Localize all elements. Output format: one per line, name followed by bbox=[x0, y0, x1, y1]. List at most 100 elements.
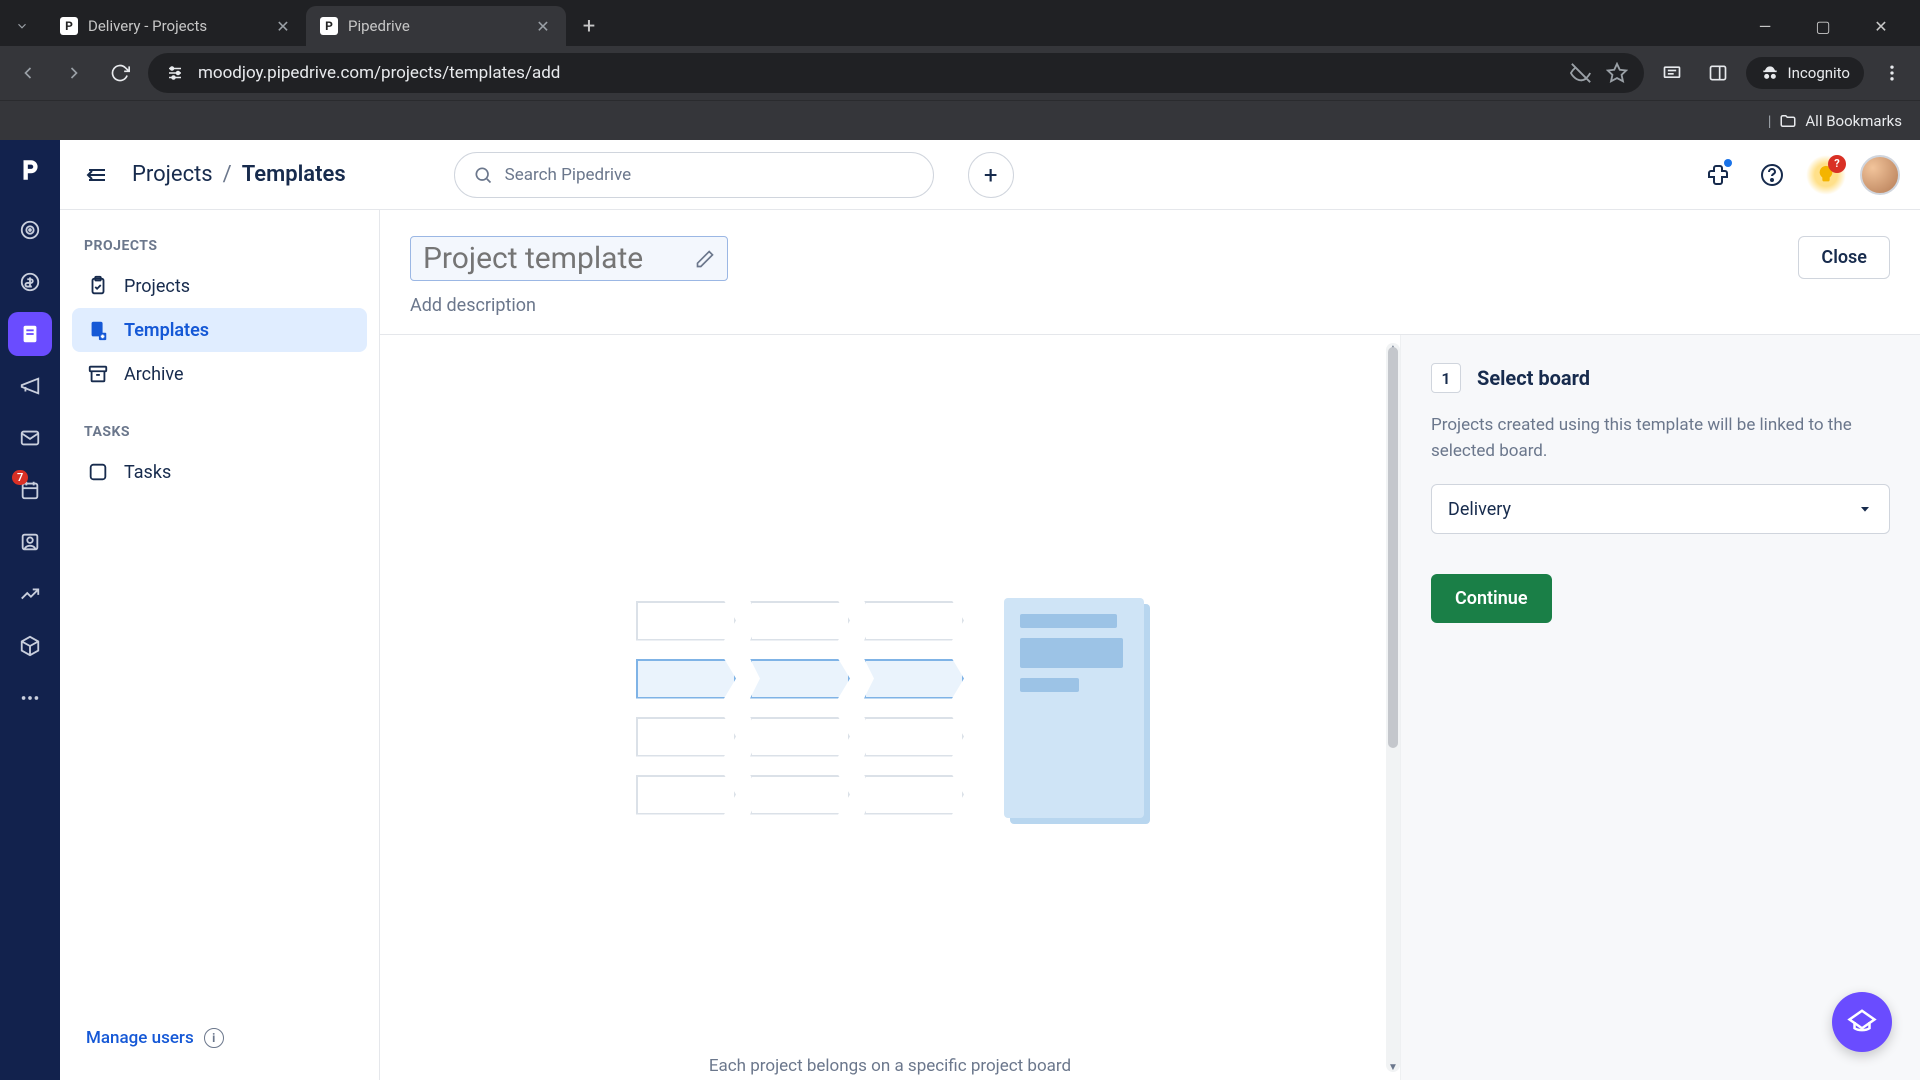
new-tab-button[interactable]: + bbox=[572, 9, 606, 43]
nav-contacts-icon[interactable] bbox=[8, 520, 52, 564]
tab-title: Delivery - Projects bbox=[88, 17, 264, 35]
bookmark-star-icon[interactable] bbox=[1606, 62, 1628, 84]
sidebar-item-label: Projects bbox=[124, 276, 190, 297]
breadcrumb-sep: / bbox=[223, 162, 232, 187]
board-illustration bbox=[636, 598, 1144, 818]
help-icon[interactable] bbox=[1752, 155, 1792, 195]
collapse-sidebar-button[interactable] bbox=[80, 158, 114, 192]
nav-campaigns-icon[interactable] bbox=[8, 364, 52, 408]
nav-insights-icon[interactable] bbox=[8, 572, 52, 616]
incognito-label: Incognito bbox=[1788, 64, 1850, 82]
marketplace-icon[interactable] bbox=[1698, 155, 1738, 195]
step-description: Projects created using this template wil… bbox=[1431, 413, 1890, 464]
window-controls: — ▢ ✕ bbox=[1748, 9, 1912, 43]
breadcrumb-root[interactable]: Projects bbox=[132, 162, 213, 187]
pipedrive-logo-icon[interactable] bbox=[10, 150, 50, 190]
left-rail: 7 bbox=[0, 140, 60, 1080]
search-input[interactable]: Search Pipedrive bbox=[454, 152, 934, 198]
reload-button[interactable] bbox=[102, 55, 138, 91]
scrollbar[interactable]: ▲ ▼ bbox=[1386, 343, 1400, 1072]
close-window-icon[interactable]: ✕ bbox=[1864, 9, 1898, 43]
archive-icon bbox=[86, 362, 110, 386]
avatar[interactable] bbox=[1860, 155, 1900, 195]
checkbox-icon bbox=[86, 460, 110, 484]
add-description-field[interactable]: Add description bbox=[410, 295, 728, 316]
browser-tab-strip: P Delivery - Projects ✕ P Pipedrive ✕ + … bbox=[0, 0, 1920, 46]
sidebar-item-tasks[interactable]: Tasks bbox=[72, 450, 367, 494]
template-title-input[interactable] bbox=[410, 236, 728, 281]
folder-icon bbox=[1779, 112, 1797, 130]
minimize-icon[interactable]: — bbox=[1748, 9, 1782, 43]
sidebar: PROJECTS Projects Templates Archive TASK… bbox=[60, 210, 380, 1080]
sidebar-section-tasks: TASKS bbox=[72, 418, 367, 450]
url-text: moodjoy.pipedrive.com/projects/templates… bbox=[198, 63, 560, 83]
content-area: Add description Close bbox=[380, 210, 1920, 1080]
sidebar-item-archive[interactable]: Archive bbox=[72, 352, 367, 396]
nav-products-icon[interactable] bbox=[8, 624, 52, 668]
continue-button[interactable]: Continue bbox=[1431, 574, 1552, 623]
canvas-area: Each project belongs on a specific proje… bbox=[380, 335, 1400, 1080]
manage-users-link[interactable]: Manage users i bbox=[72, 1018, 367, 1058]
address-bar[interactable]: moodjoy.pipedrive.com/projects/templates… bbox=[148, 53, 1644, 93]
close-icon[interactable]: ✕ bbox=[534, 17, 552, 35]
sidebar-item-label: Archive bbox=[124, 364, 184, 385]
step-number: 1 bbox=[1431, 363, 1461, 393]
help-fab[interactable] bbox=[1832, 992, 1892, 1052]
sidebar-item-label: Templates bbox=[124, 320, 209, 341]
favicon-icon: P bbox=[60, 17, 78, 35]
nav-activities-icon[interactable]: 7 bbox=[8, 468, 52, 512]
favicon-icon: P bbox=[320, 17, 338, 35]
clipboard-check-icon bbox=[86, 274, 110, 298]
sales-assistant-icon[interactable]: ? bbox=[1806, 155, 1846, 195]
bookmarks-bar: | All Bookmarks bbox=[0, 100, 1920, 140]
template-icon bbox=[86, 318, 110, 342]
scroll-down-icon[interactable]: ▼ bbox=[1386, 1060, 1400, 1074]
close-button[interactable]: Close bbox=[1798, 236, 1890, 279]
app-viewport: 7 Projects / Templates S bbox=[0, 140, 1920, 1080]
tab-title: Pipedrive bbox=[348, 17, 524, 35]
assistant-badge: ? bbox=[1828, 155, 1846, 173]
activities-badge: 7 bbox=[12, 470, 28, 485]
breadcrumb: Projects / Templates bbox=[132, 162, 346, 187]
site-settings-icon[interactable] bbox=[164, 62, 186, 84]
sidebar-section-projects: PROJECTS bbox=[72, 232, 367, 264]
nav-more-icon[interactable] bbox=[8, 676, 52, 720]
sidebar-item-templates[interactable]: Templates bbox=[72, 308, 367, 352]
illustration-caption: Each project belongs on a specific proje… bbox=[709, 1056, 1071, 1076]
browser-menu-icon[interactable] bbox=[1874, 55, 1910, 91]
browser-tab-0[interactable]: P Delivery - Projects ✕ bbox=[46, 6, 306, 46]
nav-projects-icon[interactable] bbox=[8, 312, 52, 356]
nav-deals-icon[interactable] bbox=[8, 260, 52, 304]
browser-toolbar: moodjoy.pipedrive.com/projects/templates… bbox=[0, 46, 1920, 100]
search-icon bbox=[473, 165, 493, 185]
scroll-thumb[interactable] bbox=[1388, 347, 1398, 748]
nav-mail-icon[interactable] bbox=[8, 416, 52, 460]
all-bookmarks-link[interactable]: All Bookmarks bbox=[1805, 112, 1902, 130]
maximize-icon[interactable]: ▢ bbox=[1806, 9, 1840, 43]
sidebar-item-projects[interactable]: Projects bbox=[72, 264, 367, 308]
chevron-down-icon bbox=[1857, 501, 1873, 517]
info-icon[interactable]: i bbox=[204, 1028, 224, 1048]
browser-tab-1[interactable]: P Pipedrive ✕ bbox=[306, 6, 566, 46]
tab-search-dropdown[interactable] bbox=[8, 12, 36, 40]
side-panel-icon[interactable] bbox=[1700, 55, 1736, 91]
select-value: Delivery bbox=[1448, 499, 1511, 520]
close-icon[interactable]: ✕ bbox=[274, 17, 292, 35]
forward-button[interactable] bbox=[56, 55, 92, 91]
media-control-icon[interactable] bbox=[1654, 55, 1690, 91]
title-field[interactable] bbox=[423, 241, 683, 276]
sidebar-item-label: Tasks bbox=[124, 462, 171, 483]
content-header: Add description Close bbox=[380, 210, 1920, 335]
config-panel: 1 Select board Projects created using th… bbox=[1400, 335, 1920, 1080]
eye-off-icon[interactable] bbox=[1570, 62, 1592, 84]
manage-users-label: Manage users bbox=[86, 1028, 194, 1048]
step-title: Select board bbox=[1477, 366, 1590, 390]
board-select[interactable]: Delivery bbox=[1431, 484, 1890, 534]
search-placeholder: Search Pipedrive bbox=[505, 165, 631, 185]
breadcrumb-current: Templates bbox=[242, 162, 346, 187]
nav-leads-icon[interactable] bbox=[8, 208, 52, 252]
back-button[interactable] bbox=[10, 55, 46, 91]
incognito-chip[interactable]: Incognito bbox=[1746, 57, 1864, 89]
pencil-icon[interactable] bbox=[695, 249, 715, 269]
quick-add-button[interactable]: + bbox=[968, 152, 1014, 198]
